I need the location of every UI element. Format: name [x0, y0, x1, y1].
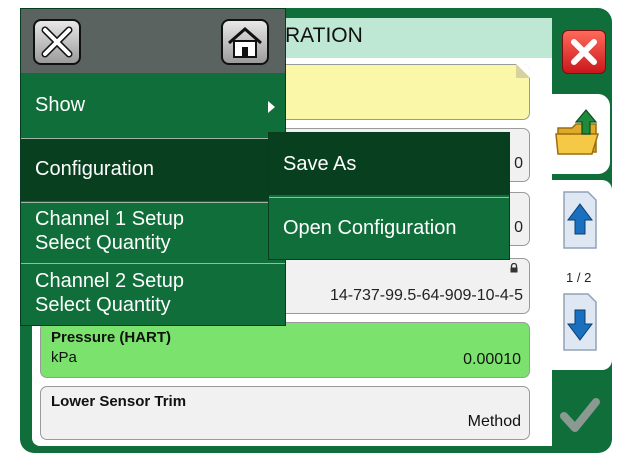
popup-menu: Show Configuration Channel 1 Setup Selec…: [20, 8, 286, 326]
page-up-icon[interactable]: [560, 188, 600, 252]
folder-upload-icon: [555, 109, 600, 155]
page-down-icon[interactable]: [560, 290, 600, 354]
pressure-unit: kPa: [51, 349, 77, 366]
submenu-item-open-configuration[interactable]: Open Configuration: [269, 197, 509, 259]
menu-item-configuration-label: Configuration: [35, 158, 154, 180]
pressure-value: 0.00010: [463, 351, 521, 368]
chevron-right-icon: [268, 101, 275, 113]
lock-icon: [510, 263, 518, 273]
page-indicator: 1 / 2: [566, 270, 592, 285]
page-title: RATION: [285, 24, 363, 47]
open-configuration-label: Open Configuration: [283, 217, 457, 239]
trim-title: Lower Sensor Trim: [51, 393, 187, 410]
channel2-line2: Select Quantity: [35, 294, 171, 316]
side-close-face: [562, 30, 606, 74]
submenu-item-save-as[interactable]: Save As: [269, 133, 509, 195]
ok-button[interactable]: [552, 386, 608, 444]
value-field-2-value: 0: [514, 219, 523, 236]
trim-value: Method: [467, 413, 521, 430]
menu-divider: [21, 263, 285, 264]
menu-item-show-label: Show: [35, 94, 86, 116]
menu-item-channel2-setup[interactable]: Channel 2 Setup Select Quantity: [21, 265, 285, 325]
folder-button[interactable]: [552, 94, 610, 174]
side-close-button[interactable]: [552, 18, 610, 78]
check-icon: [560, 398, 600, 432]
configuration-submenu: Save As Open Configuration: [268, 132, 510, 260]
scroll-controls: 1 / 2: [552, 180, 612, 370]
calibrator-screen: RATION 0 0 14-737-99.5-64-909-10-4-5 Pre…: [0, 0, 617, 456]
home-icon: [228, 27, 262, 58]
channel2-line1: Channel 2 Setup: [35, 270, 185, 292]
note-corner-icon: [516, 64, 530, 78]
menu-item-show[interactable]: Show: [21, 79, 285, 137]
lower-sensor-trim-field[interactable]: Lower Sensor Trim Method: [40, 386, 530, 440]
menu-home-button[interactable]: [221, 19, 269, 65]
close-icon: [571, 39, 597, 65]
close-icon: [41, 26, 73, 58]
channel1-line2: Select Quantity: [35, 232, 171, 254]
menu-toolbar: [21, 9, 285, 73]
menu-item-channel1-setup[interactable]: Channel 1 Setup Select Quantity: [21, 203, 285, 261]
value-field-1-value: 0: [514, 155, 523, 172]
pressure-hart-field[interactable]: Pressure (HART) kPa 0.00010: [40, 322, 530, 378]
menu-close-button[interactable]: [33, 19, 81, 65]
pressure-title: Pressure (HART): [51, 329, 172, 346]
menu-item-configuration[interactable]: Configuration: [21, 139, 285, 201]
channel1-line1: Channel 1 Setup: [35, 208, 185, 230]
save-as-label: Save As: [283, 153, 357, 175]
address-value: 14-737-99.5-64-909-10-4-5: [329, 287, 523, 304]
